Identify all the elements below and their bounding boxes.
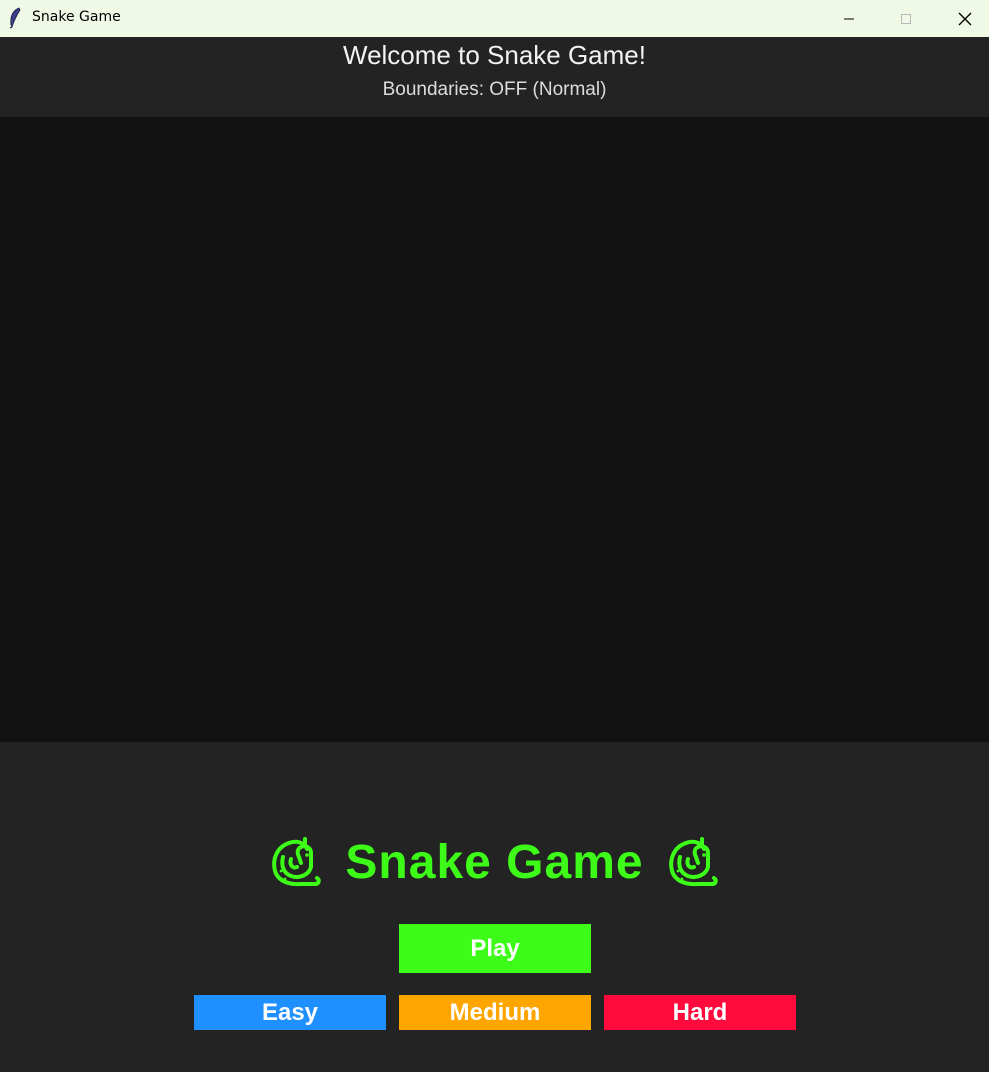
maximize-icon [901,13,911,24]
main-menu: Snake Game Play Easy Medium Hard [0,742,989,1072]
snake-icon [272,837,322,887]
minimize-button[interactable] [820,0,878,37]
medium-button[interactable]: Medium [399,995,591,1030]
play-button[interactable]: Play [399,924,591,973]
logo: Snake Game [0,834,989,890]
game-canvas[interactable] [0,117,989,742]
snake-game-window: Snake Game Welcome to Snake Game! Bounda… [0,0,989,1072]
maximize-button[interactable] [877,0,935,37]
easy-button[interactable]: Easy [194,995,386,1030]
logo-title: Snake Game [345,835,644,889]
window-title: Snake Game [32,9,121,25]
close-icon [958,12,972,25]
snake-icon [668,837,718,887]
minimize-icon [844,18,854,19]
close-button[interactable] [936,0,989,37]
hard-button[interactable]: Hard [604,995,796,1030]
boundaries-status: Boundaries: OFF (Normal) [382,79,607,100]
feather-icon [9,7,21,29]
title-bar: Snake Game [0,0,989,37]
welcome-title: Welcome to Snake Game! [343,40,646,70]
game-header: Welcome to Snake Game! Boundaries: OFF (… [0,37,989,117]
